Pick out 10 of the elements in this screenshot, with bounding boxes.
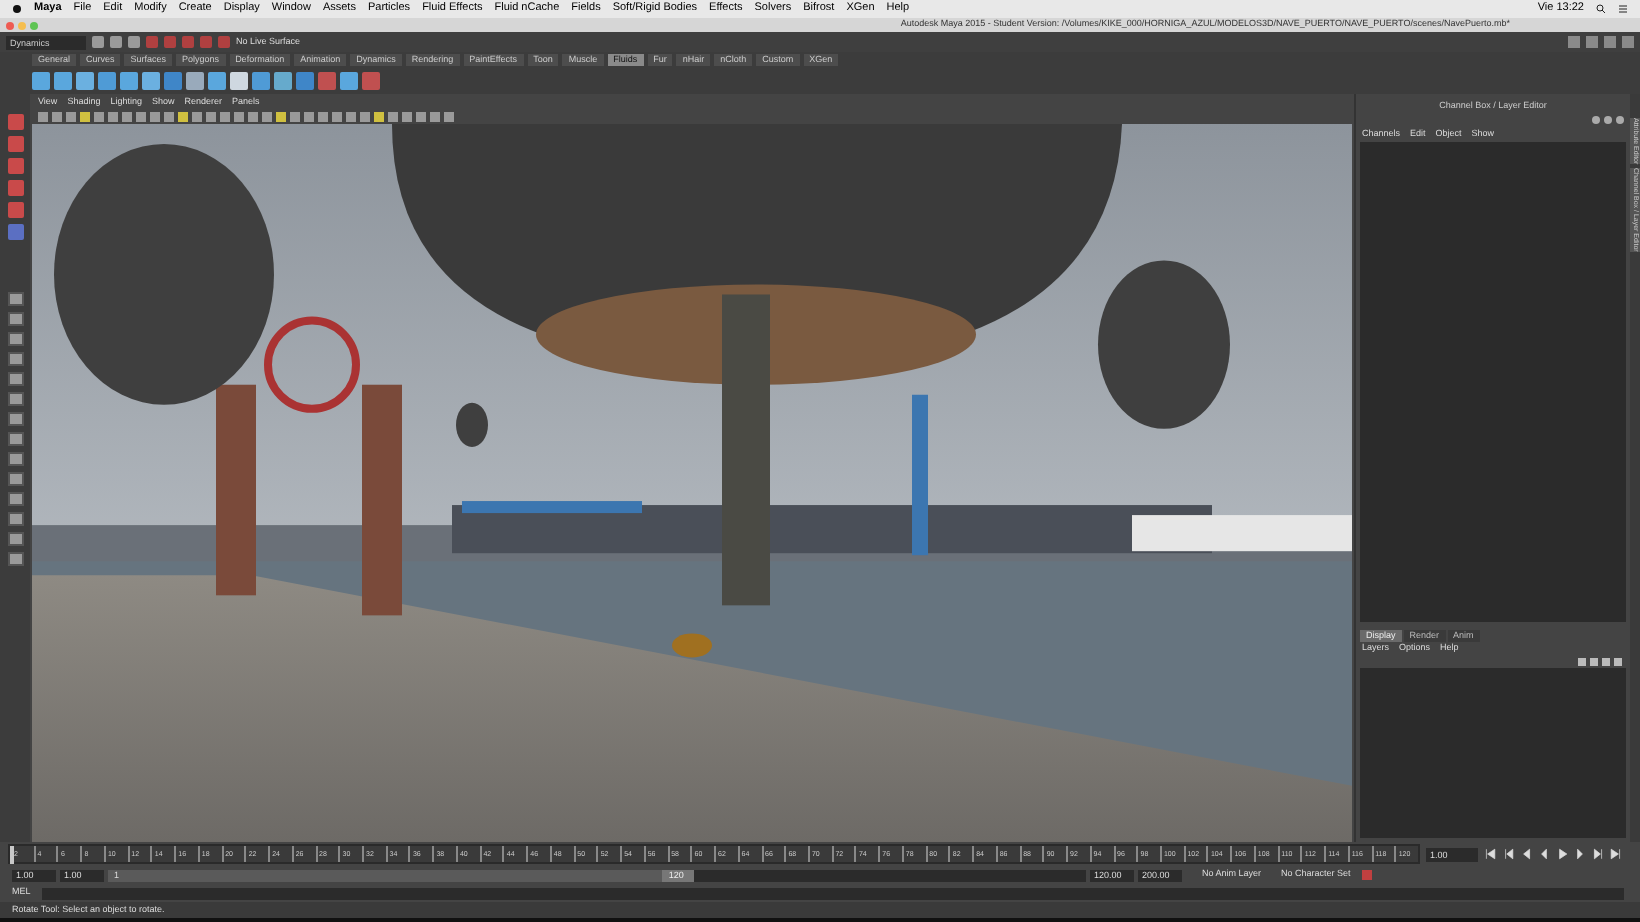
key-icon[interactable] [1362, 870, 1373, 880]
playback-control-icon[interactable] [1484, 848, 1496, 860]
playback-control-icon[interactable] [1610, 848, 1622, 860]
menu-icon[interactable] [1618, 4, 1628, 14]
command-field[interactable] [42, 887, 1624, 899]
playback-control-icon[interactable] [1502, 848, 1514, 860]
playhead-marker[interactable] [10, 846, 14, 864]
playback-control-icon[interactable] [1592, 848, 1604, 860]
search-icon[interactable] [1596, 4, 1606, 14]
apple-icon[interactable] [12, 4, 22, 14]
